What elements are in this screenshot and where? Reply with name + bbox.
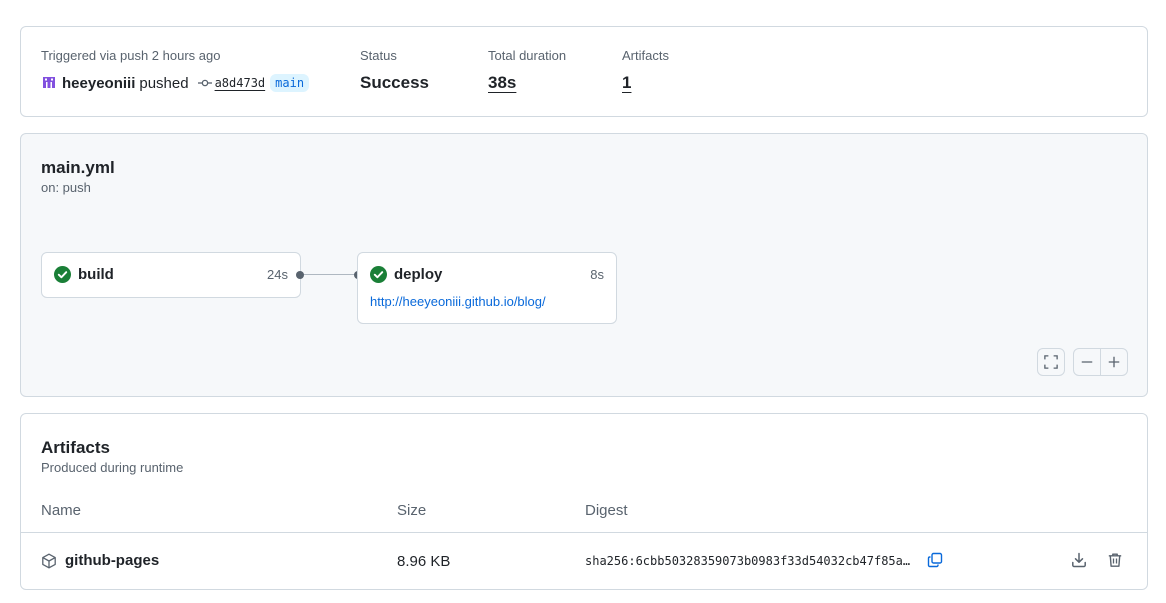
download-icon[interactable] [1071, 552, 1087, 568]
status-label: Status [360, 48, 397, 63]
git-commit-icon [197, 79, 212, 87]
duration-link[interactable]: 38s [488, 73, 516, 93]
trash-icon[interactable] [1107, 552, 1123, 568]
connector-start-dot [296, 271, 304, 279]
artifacts-title: Artifacts [41, 438, 110, 457]
job-connector [300, 274, 358, 275]
commit-sha-link[interactable]: a8d473d [215, 76, 266, 90]
actor-avatar-icon[interactable] [41, 75, 57, 91]
trigger-details: heeyeoniii pushed a8d473d main [41, 73, 310, 93]
artifact-digest: sha256:6cbb50328359073b0983f33d54032cb47… [585, 554, 911, 568]
artifacts-count-label: Artifacts [622, 48, 669, 63]
run-summary-card: Triggered via push 2 hours ago heeyeonii… [20, 26, 1148, 117]
job-name: build [78, 266, 114, 283]
fullscreen-icon [1044, 355, 1058, 369]
artifact-size: 8.96 KB [397, 553, 451, 570]
check-circle-icon [54, 266, 71, 283]
job-deploy[interactable]: deploy 8s http://heeyeoniii.github.io/bl… [357, 252, 617, 324]
job-duration: 24s [267, 267, 288, 282]
fullscreen-button[interactable] [1037, 348, 1065, 376]
job-build[interactable]: build 24s [41, 252, 301, 298]
table-header-divider [21, 532, 1147, 533]
job-name: deploy [394, 266, 443, 283]
zoom-controls [1073, 348, 1128, 376]
branch-badge[interactable]: main [270, 74, 310, 92]
actor-link[interactable]: heeyeoniii [62, 75, 135, 92]
plus-icon [1108, 356, 1120, 368]
artifact-name-link[interactable]: github-pages [65, 552, 159, 569]
column-header-size: Size [397, 502, 427, 519]
duration-label: Total duration [488, 48, 567, 63]
job-duration: 8s [590, 267, 604, 282]
minus-icon [1081, 361, 1093, 363]
column-header-name: Name [41, 502, 82, 519]
workflow-file-name: main.yml [41, 158, 115, 177]
artifacts-count-link[interactable]: 1 [622, 73, 631, 93]
column-header-digest: Digest [585, 502, 628, 519]
check-circle-icon [370, 266, 387, 283]
copy-icon[interactable] [927, 552, 943, 568]
workflow-graph-card: main.yml on: push build 24s deploy 8s ht… [20, 133, 1148, 397]
package-icon [42, 553, 56, 568]
trigger-label: Triggered via push 2 hours ago [41, 48, 221, 63]
action-text: pushed [139, 74, 189, 92]
zoom-out-button[interactable] [1074, 349, 1100, 375]
workflow-trigger: on: push [41, 180, 91, 195]
status-value: Success [360, 73, 429, 92]
deploy-url-link[interactable]: http://heeyeoniii.github.io/blog/ [370, 294, 546, 309]
artifacts-card: Artifacts Produced during runtime Name S… [20, 413, 1148, 590]
zoom-in-button[interactable] [1100, 349, 1127, 375]
artifacts-subtitle: Produced during runtime [41, 460, 184, 475]
artifact-name-cell: github-pages [41, 552, 159, 569]
